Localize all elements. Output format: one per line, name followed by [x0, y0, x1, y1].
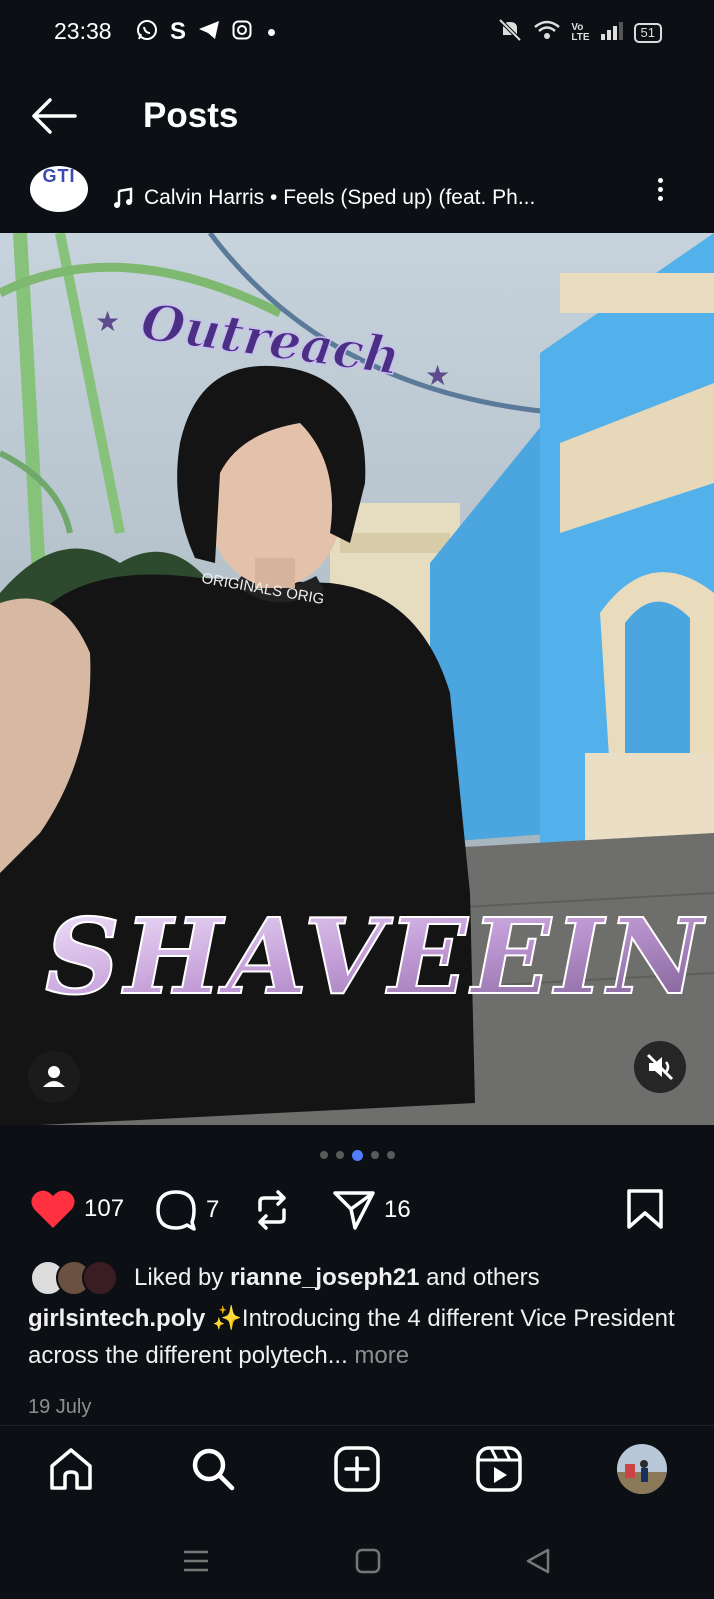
search-icon [192, 1448, 235, 1491]
audio-mute-button[interactable] [634, 1041, 686, 1093]
menu-lines-icon [184, 1550, 208, 1572]
recent-apps-button[interactable] [182, 1547, 210, 1580]
nav-search[interactable] [188, 1444, 238, 1494]
system-nav-bar [0, 1525, 714, 1599]
overlay-bottom-text: SHAVEEIN [45, 895, 706, 1018]
page-title: Posts [143, 96, 239, 135]
back-button[interactable] [30, 96, 80, 136]
square-icon [355, 1548, 381, 1574]
music-text: Calvin Harris • Feels (Sped up) (feat. P… [144, 186, 536, 209]
share-count: 16 [384, 1196, 411, 1223]
post-photo-illustration: ORIGINALS ORIG ★ ★ Outreach SHAVEEIN [0, 233, 714, 1125]
liked-by-suffix: and others [426, 1264, 540, 1291]
caption-author[interactable]: girlsintech.poly [28, 1305, 205, 1332]
liked-by-prefix: Liked by [134, 1264, 224, 1291]
back-system-button[interactable] [524, 1547, 552, 1580]
back-arrow-icon [32, 98, 77, 134]
carousel-dot [370, 1151, 379, 1159]
account-logo-text: GTI [42, 166, 76, 186]
top-header: Posts [0, 66, 714, 166]
reels-icon [476, 1446, 522, 1492]
liker-avatar [82, 1260, 118, 1296]
like-count: 107 [84, 1195, 125, 1222]
carousel-indicator [0, 1150, 714, 1161]
speaker-muted-icon [646, 1053, 674, 1081]
bottom-nav [0, 1425, 714, 1526]
nav-profile[interactable] [617, 1444, 667, 1494]
tagged-people-button[interactable] [28, 1051, 80, 1103]
nav-reels[interactable] [474, 1444, 524, 1494]
status-time: 23:38 [54, 18, 112, 44]
caption-more-link[interactable]: more [354, 1342, 409, 1369]
liked-by-row[interactable]: Liked by rianne_joseph21 and others [30, 1260, 540, 1296]
account-avatar[interactable]: GTI [30, 166, 88, 212]
status-left-icons: S [136, 18, 276, 46]
music-note-icon [114, 187, 133, 208]
svg-text:★: ★ [95, 306, 120, 337]
svg-text:★: ★ [425, 360, 450, 391]
instagram-icon [232, 20, 252, 45]
carousel-dot [319, 1151, 328, 1159]
person-icon [43, 1066, 65, 1087]
more-options-icon[interactable] [656, 178, 664, 204]
bookmark-icon [627, 1189, 663, 1229]
post-actions: 107 7 16 [30, 1188, 684, 1238]
skype-icon: S [170, 18, 187, 45]
triangle-back-icon [526, 1548, 550, 1574]
carousel-dot-active [351, 1150, 363, 1161]
liked-by-text: Liked by rianne_joseph21 and others [134, 1264, 540, 1292]
whatsapp-icon [136, 19, 158, 46]
post-header: GTI Calvin Harris • Feels (Sped up) (fea… [0, 160, 714, 232]
repost-button[interactable] [252, 1188, 292, 1232]
plus-square-icon [334, 1446, 380, 1492]
status-right-icons: Vo LTE 51 [497, 18, 662, 47]
status-bar: 23:38 S Vo LTE 51 [0, 0, 714, 66]
home-system-button[interactable] [354, 1547, 382, 1580]
mute-bell-icon [497, 18, 523, 47]
comment-count: 7 [206, 1196, 220, 1223]
nav-create[interactable] [332, 1444, 382, 1494]
send-icon [333, 1191, 375, 1230]
comment-button[interactable]: 7 [154, 1188, 219, 1232]
post-date: 19 July [28, 1396, 92, 1418]
battery-icon: 51 [633, 22, 662, 43]
share-button[interactable]: 16 [332, 1188, 411, 1232]
carousel-dot [386, 1151, 395, 1159]
heart-icon [31, 1190, 75, 1228]
comment-icon [156, 1190, 196, 1231]
music-label[interactable]: Calvin Harris • Feels (Sped up) (feat. P… [112, 186, 535, 210]
signal-icon [600, 20, 624, 45]
repost-icon [258, 1190, 286, 1230]
home-icon [50, 1448, 92, 1490]
liked-by-username[interactable]: rianne_joseph21 [230, 1264, 419, 1291]
save-button[interactable] [626, 1188, 664, 1230]
notification-dot-icon [268, 28, 276, 36]
nav-home[interactable] [46, 1444, 96, 1494]
profile-avatar [617, 1444, 667, 1494]
post-image[interactable]: ORIGINALS ORIG ★ ★ Outreach SHAVEEIN [0, 233, 714, 1125]
post-caption: girlsintech.poly ✨Introducing the 4 diff… [28, 1300, 688, 1374]
carousel-dot [335, 1151, 344, 1159]
like-button[interactable]: 107 [30, 1188, 124, 1230]
telegram-icon [198, 20, 220, 45]
wifi-icon [533, 19, 561, 46]
volte-icon: Vo LTE [571, 21, 590, 43]
